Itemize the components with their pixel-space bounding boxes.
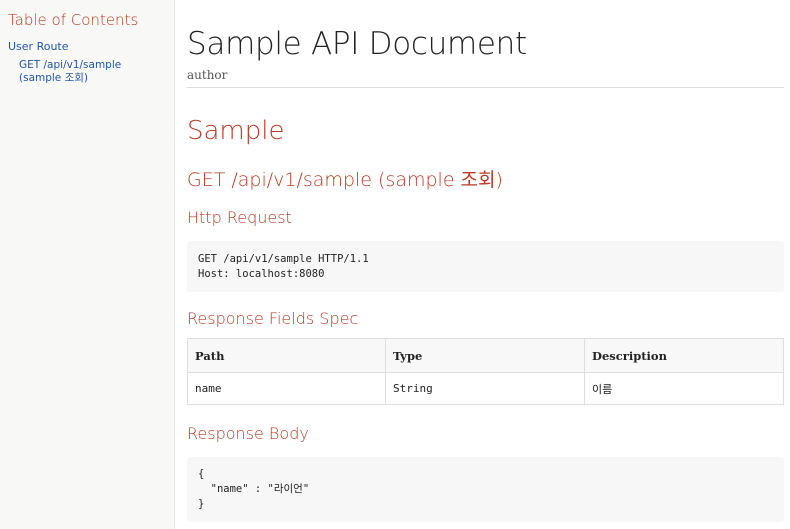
table-row: name String 이름 — [187, 372, 784, 405]
author-line: author — [187, 68, 784, 88]
toc-title: Table of Contents — [8, 11, 139, 29]
http-request-heading: Http Request — [187, 208, 292, 227]
cell-type: String — [385, 372, 585, 405]
cell-description: 이름 — [584, 372, 784, 405]
column-header-description: Description — [584, 338, 784, 373]
table-header-row: Path Type Description — [187, 338, 784, 373]
response-fields-heading: Response Fields Spec — [187, 309, 359, 328]
column-header-type: Type — [385, 338, 585, 373]
http-request-code: GET /api/v1/sample HTTP/1.1 Host: localh… — [187, 241, 784, 292]
column-header-path: Path — [187, 338, 386, 373]
endpoint-title: GET /api/v1/sample (sample 조회) — [187, 169, 503, 191]
response-body-heading: Response Body — [187, 424, 309, 443]
toc-sidebar: Table of Contents User Route GET /api/v1… — [0, 0, 175, 529]
section-title: Sample — [187, 116, 285, 146]
response-body-code: { "name" : "라이언" } — [187, 457, 784, 522]
cell-path: name — [187, 372, 386, 405]
page-title: Sample API Document — [187, 26, 527, 62]
main-content: Sample API Document author Sample GET /a… — [187, 0, 784, 522]
toc-link-user-route[interactable]: User Route — [8, 40, 166, 54]
toc-link-get-sample[interactable]: GET /api/v1/sample (sample 조회) — [19, 59, 166, 85]
response-fields-table: Path Type Description name String 이름 — [187, 338, 784, 405]
